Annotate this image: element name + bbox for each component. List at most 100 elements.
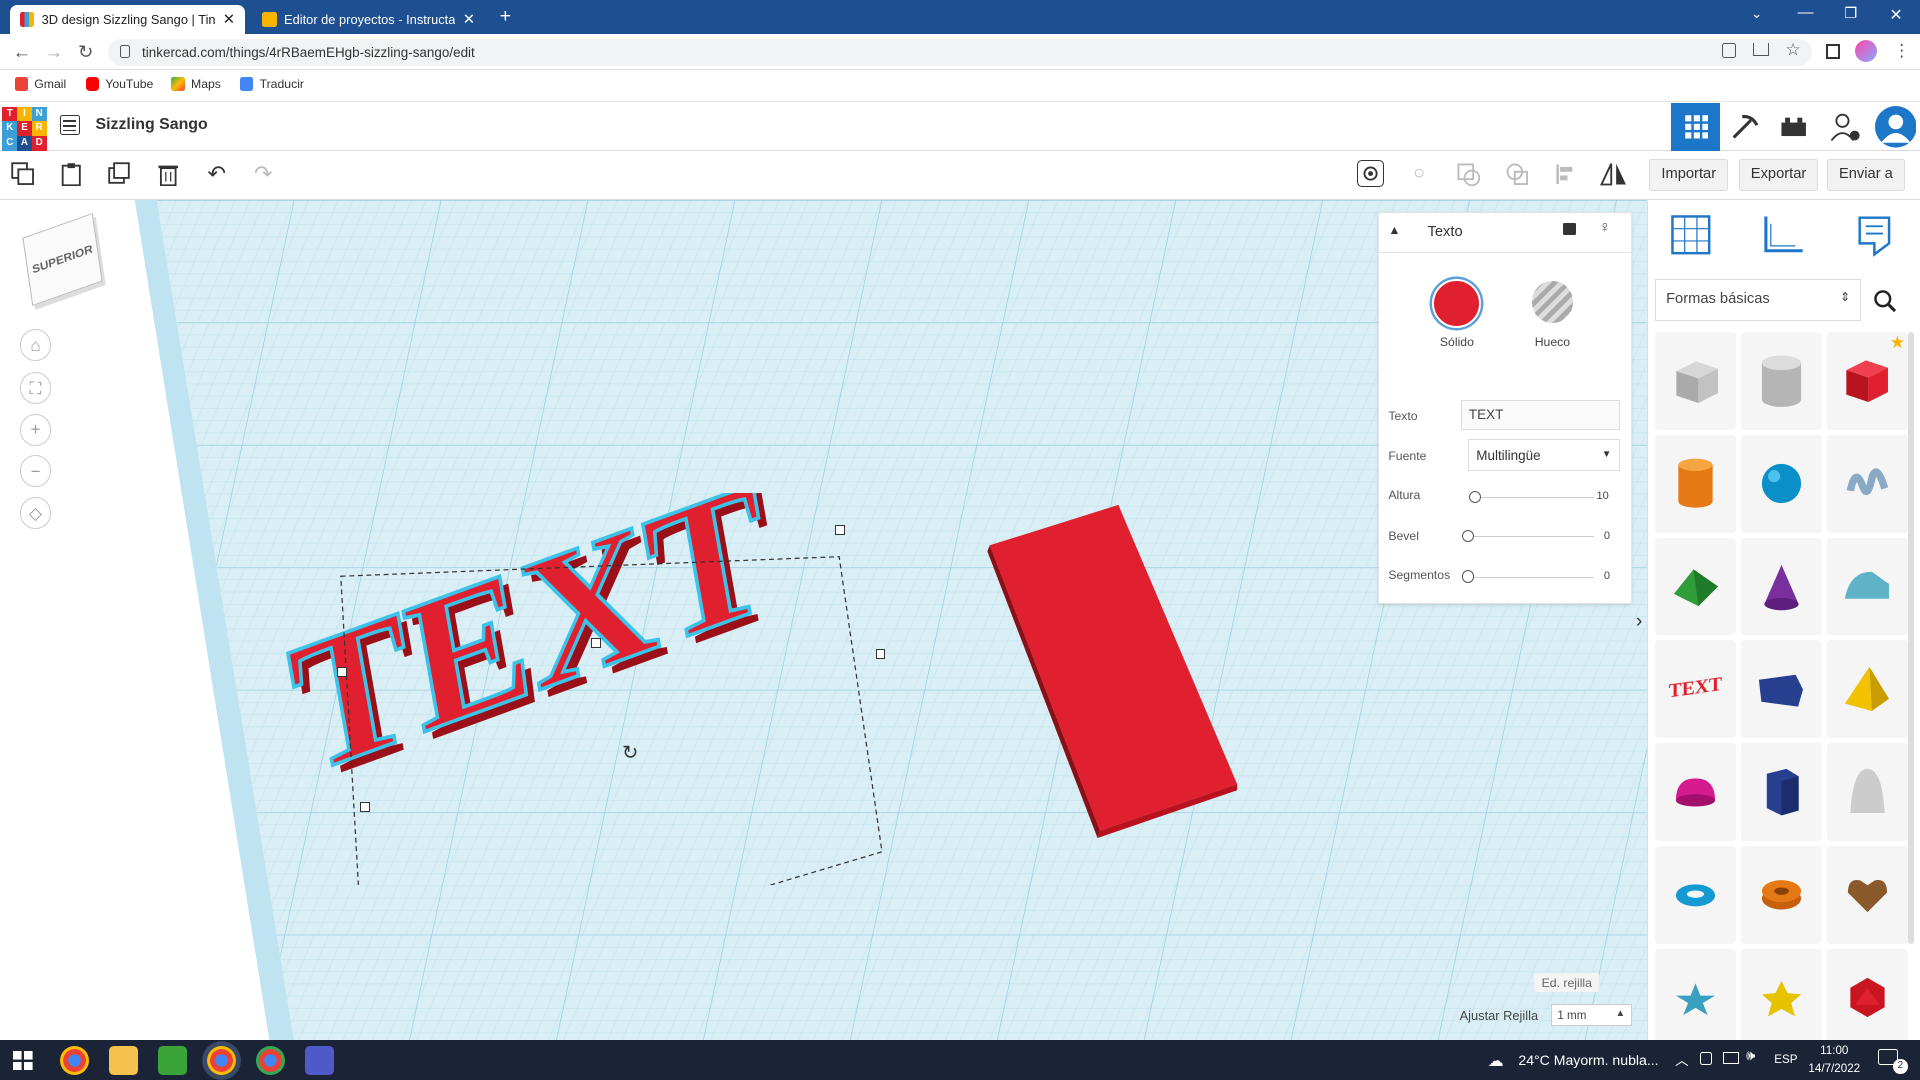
delete-button[interactable] xyxy=(154,160,181,187)
weather-text[interactable]: 24°C Mayorm. nubla... xyxy=(1518,1052,1658,1068)
resize-handle[interactable] xyxy=(835,525,845,536)
clock-date[interactable]: 14/7/2022 xyxy=(1805,1062,1864,1075)
light-bulb-icon[interactable]: ○ xyxy=(1406,160,1433,187)
3d-view-button[interactable] xyxy=(1671,102,1721,151)
tray-app-icon[interactable] xyxy=(1699,1051,1712,1066)
text-shape-object[interactable]: TEXT TEXT xyxy=(282,493,919,886)
rotate-handle-icon[interactable]: ↻ xyxy=(622,741,638,765)
shape-text[interactable]: TEXT xyxy=(1655,640,1737,739)
import-button[interactable]: Importar xyxy=(1649,159,1729,191)
browser-tab-instructables[interactable]: Editor de proyectos - Instructables ✕ xyxy=(252,5,485,34)
bevel-slider-knob[interactable] xyxy=(1461,529,1475,543)
text-input[interactable]: TEXT xyxy=(1460,400,1620,430)
close-window-button[interactable]: ✕ xyxy=(1889,5,1902,25)
workplane-tool-button[interactable] xyxy=(1670,214,1712,262)
profile-avatar[interactable] xyxy=(1855,40,1878,63)
install-icon[interactable] xyxy=(1721,42,1737,58)
height-value[interactable]: 10 xyxy=(1597,490,1609,502)
bevel-slider-track[interactable] xyxy=(1464,536,1595,538)
url-input[interactable]: tinkercad.com/things/4rRBaemEHgb-sizzlin… xyxy=(107,39,1813,67)
search-shapes-button[interactable] xyxy=(1866,282,1905,321)
resize-handle[interactable] xyxy=(360,802,370,812)
ruler-tool-button[interactable] xyxy=(1761,214,1805,262)
sidepanel-icon[interactable] xyxy=(1825,44,1841,59)
height-slider-knob[interactable] xyxy=(1469,490,1482,504)
snap-grid-select[interactable]: 1 mm ▲ xyxy=(1551,1004,1633,1027)
send-to-button[interactable]: Enviar a xyxy=(1826,159,1905,191)
notes-button[interactable] xyxy=(1856,214,1893,264)
bookmark-traducir[interactable]: Traducir xyxy=(240,77,304,91)
tray-chevron-icon[interactable]: ︿ xyxy=(1675,1049,1688,1069)
redo-icon[interactable]: ↷ xyxy=(250,160,277,187)
edit-grid-button[interactable]: Ed. rejilla xyxy=(1534,973,1600,993)
shape-polygon[interactable] xyxy=(1740,743,1822,842)
tinkercad-logo[interactable]: T I N K E R C A D xyxy=(2,106,47,151)
reload-icon[interactable]: ↻ xyxy=(73,40,97,64)
shape-star[interactable] xyxy=(1655,948,1737,1040)
copy-button[interactable] xyxy=(10,160,37,187)
export-button[interactable]: Exportar xyxy=(1738,159,1819,191)
expand-sidebar-icon[interactable]: › xyxy=(1636,610,1643,633)
bulb-icon[interactable]: ♀ xyxy=(1599,219,1611,237)
minimize-button[interactable]: — xyxy=(1798,4,1814,22)
shape-sphere[interactable] xyxy=(1740,434,1822,533)
user-avatar[interactable] xyxy=(1871,103,1920,151)
group-button[interactable] xyxy=(1455,160,1482,187)
shape-scribble[interactable] xyxy=(1826,434,1908,533)
font-select[interactable]: Multilingüe ▼ xyxy=(1467,439,1620,472)
shape-icosahedron[interactable] xyxy=(1826,948,1908,1040)
share-icon[interactable] xyxy=(1753,42,1770,57)
resize-handle[interactable] xyxy=(875,648,886,659)
shape-category-select[interactable]: Formas básicas ⇕ xyxy=(1655,279,1861,321)
notes-tool-button[interactable] xyxy=(1356,160,1384,188)
zoom-in-icon[interactable]: + xyxy=(19,413,52,446)
lock-icon[interactable] xyxy=(1563,222,1576,235)
teams-icon[interactable] xyxy=(304,1045,335,1076)
align-button[interactable] xyxy=(1553,160,1580,187)
shape-wedge[interactable] xyxy=(1740,640,1822,739)
solid-color-swatch[interactable] xyxy=(1432,278,1482,328)
bookmark-maps[interactable]: Maps xyxy=(171,77,221,91)
language-indicator[interactable]: ESP xyxy=(1774,1053,1797,1066)
bookmark-gmail[interactable]: Gmail xyxy=(14,77,66,91)
weather-icon[interactable]: ☁ xyxy=(1488,1051,1504,1071)
file-explorer-icon[interactable] xyxy=(108,1045,139,1076)
shape-paraboloid[interactable] xyxy=(1826,743,1908,842)
shape-pyramid[interactable] xyxy=(1826,640,1908,739)
menu-dots-icon[interactable]: ⋮ xyxy=(1893,40,1910,61)
bricks-button[interactable] xyxy=(1769,103,1818,151)
shape-cone[interactable] xyxy=(1740,537,1822,636)
new-tab-button[interactable]: + xyxy=(500,5,511,28)
project-title[interactable]: Sizzling Sango xyxy=(96,116,208,134)
paste-button[interactable] xyxy=(58,160,85,187)
shape-box[interactable]: ★ xyxy=(1826,331,1908,430)
shape-cylinder[interactable] xyxy=(1655,434,1737,533)
shape-box-hole[interactable] xyxy=(1655,331,1737,430)
browser-tab-tinkercad[interactable]: 3D design Sizzling Sango | Tinkercad ✕ xyxy=(9,4,245,35)
undo-icon[interactable]: ↶ xyxy=(203,160,230,187)
height-handle[interactable] xyxy=(591,637,602,648)
close-tab-icon[interactable]: ✕ xyxy=(463,11,475,28)
back-icon[interactable]: ← xyxy=(10,40,34,64)
chrome-taskbar-icon[interactable] xyxy=(60,1045,90,1076)
shape-tube[interactable] xyxy=(1740,846,1822,945)
bookmark-star-icon[interactable]: ☆ xyxy=(1785,39,1800,60)
shape-heart[interactable] xyxy=(1826,846,1908,945)
sidebar-scrollbar[interactable] xyxy=(1907,331,1914,945)
bevel-value[interactable]: 0 xyxy=(1604,530,1610,542)
segments-value[interactable]: 0 xyxy=(1604,570,1610,582)
invite-user-button[interactable] xyxy=(1821,103,1870,151)
shape-roof[interactable] xyxy=(1655,537,1737,636)
segments-slider-track[interactable] xyxy=(1464,576,1595,578)
shape-star-gold[interactable] xyxy=(1740,948,1822,1040)
mirror-button[interactable] xyxy=(1599,160,1627,187)
height-slider-track[interactable] xyxy=(1471,496,1595,499)
collapse-panel-icon[interactable]: ▲ xyxy=(1388,223,1400,237)
forward-icon[interactable]: → xyxy=(42,40,66,64)
hole-swatch[interactable] xyxy=(1531,281,1574,324)
shape-cylinder-hole[interactable] xyxy=(1740,331,1822,430)
shape-torus[interactable] xyxy=(1655,846,1737,945)
close-tab-icon[interactable]: ✕ xyxy=(223,11,235,28)
chrome-active-icon[interactable] xyxy=(206,1045,237,1076)
ungroup-button[interactable] xyxy=(1504,160,1531,187)
